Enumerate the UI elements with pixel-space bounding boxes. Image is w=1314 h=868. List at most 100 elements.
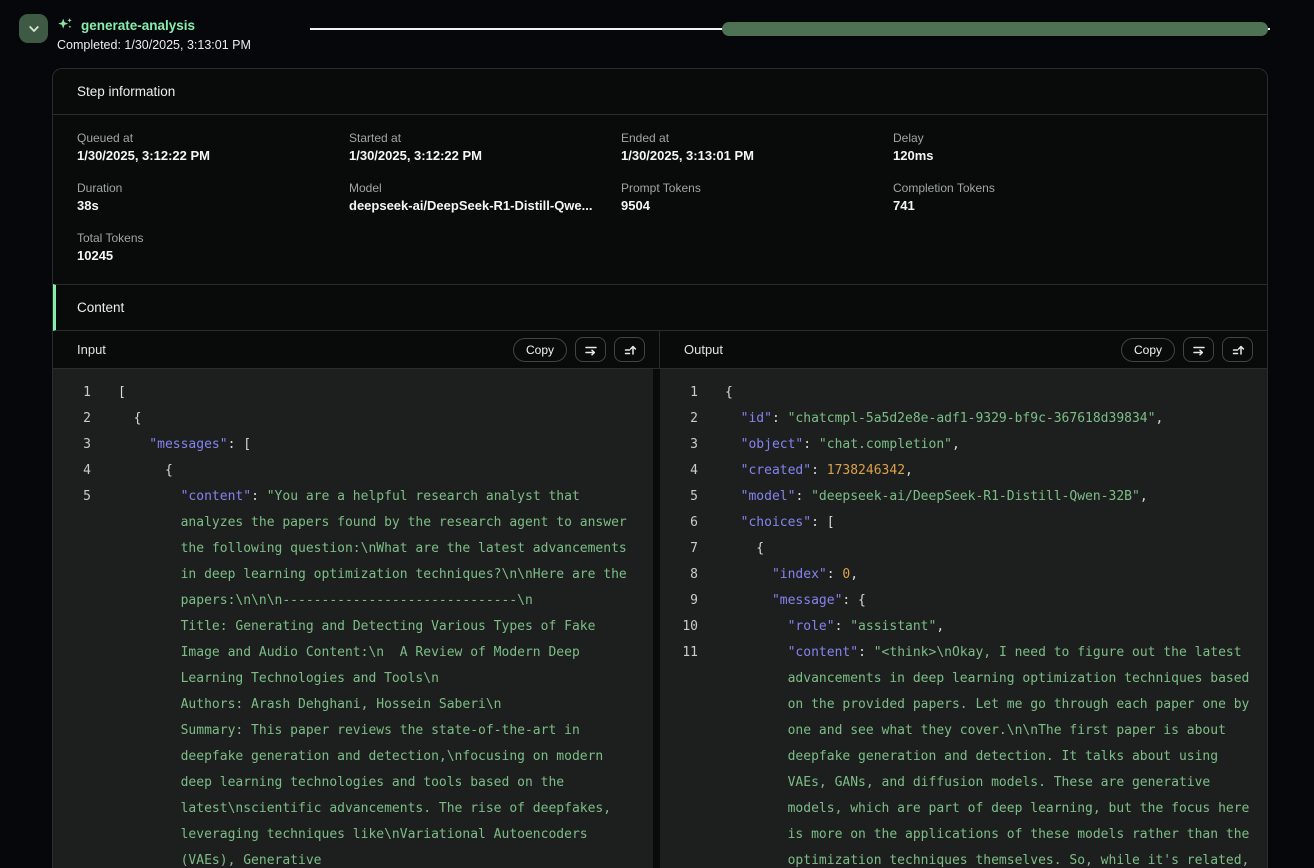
line-number: 4 <box>660 458 698 484</box>
line-number: 7 <box>660 536 698 562</box>
code-line: 4 "created": 1738246342, <box>660 458 1267 484</box>
output-wrap-lines-button[interactable] <box>1183 337 1214 362</box>
line-number: 2 <box>660 406 698 432</box>
scroll-top-icon <box>623 343 637 357</box>
code-line: 3 "object": "chat.completion", <box>660 432 1267 458</box>
step-information-title: Step information <box>53 69 1267 115</box>
code-text: { <box>725 380 1267 406</box>
field-label: Ended at <box>621 131 893 145</box>
timeline-duration-bar[interactable] <box>722 22 1268 36</box>
code-text: [ <box>118 380 653 406</box>
field-value: deepseek-ai/DeepSeek-R1-Distill-Qwe... <box>349 198 621 213</box>
code-line: 8 "index": 0, <box>660 562 1267 588</box>
field-label: Prompt Tokens <box>621 181 893 195</box>
step-detail-card: Step information Queued at 1/30/2025, 3:… <box>52 68 1268 868</box>
output-panel-header: Output Copy <box>660 331 1267 369</box>
field-label: Model <box>349 181 621 195</box>
code-text: "id": "chatcmpl-5a5d2e8e-adf1-9329-bf9c-… <box>725 406 1267 432</box>
code-line: 3 "messages": [ <box>53 432 653 458</box>
content-section-title: Content <box>53 284 1267 331</box>
wrap-lines-icon <box>584 343 598 357</box>
field-prompt-tokens: Prompt Tokens 9504 <box>621 181 893 213</box>
line-number: 6 <box>660 510 698 536</box>
line-number: 8 <box>660 562 698 588</box>
step-title: generate-analysis <box>81 18 195 33</box>
code-text: { <box>725 536 1267 562</box>
input-code-viewer[interactable]: 1[2{3"messages": [4{5"content": "You are… <box>53 369 653 868</box>
code-line: 11"content": "<think>\nOkay, I need to f… <box>660 640 1267 868</box>
field-value: 9504 <box>621 198 893 213</box>
code-line: 5 "model": "deepseek-ai/DeepSeek-R1-Disti… <box>660 484 1267 510</box>
step-information-grid: Queued at 1/30/2025, 3:12:22 PM Started … <box>53 115 1267 284</box>
code-line: 2{ <box>53 406 653 432</box>
code-text: "messages": [ <box>118 432 653 458</box>
output-panel-actions: Copy <box>1121 337 1253 362</box>
field-label: Duration <box>77 181 349 195</box>
field-value: 10245 <box>77 248 349 263</box>
line-number: 11 <box>660 640 698 868</box>
input-wrap-lines-button[interactable] <box>575 337 606 362</box>
collapse-step-button[interactable] <box>19 14 48 43</box>
field-value: 1/30/2025, 3:13:01 PM <box>621 148 893 163</box>
code-line: 10 "role": "assistant", <box>660 614 1267 640</box>
code-text: { <box>118 458 653 484</box>
output-panel-title: Output <box>684 342 1121 357</box>
input-panel: Input Copy <box>53 331 660 868</box>
input-panel-header: Input Copy <box>53 331 660 369</box>
line-number: 1 <box>660 380 698 406</box>
field-label: Started at <box>349 131 621 145</box>
code-line: 9 "message": { <box>660 588 1267 614</box>
line-number: 3 <box>53 432 91 458</box>
code-line: 1[ <box>53 380 653 406</box>
line-number: 10 <box>660 614 698 640</box>
output-code-viewer[interactable]: 1{2"id": "chatcmpl-5a5d2e8e-adf1-9329-bf… <box>660 369 1267 868</box>
code-text: "content": "You are a helpful research a… <box>118 484 653 868</box>
output-scroll-top-button[interactable] <box>1222 337 1253 362</box>
field-total-tokens: Total Tokens 10245 <box>77 231 349 263</box>
line-number: 2 <box>53 406 91 432</box>
field-label: Queued at <box>77 131 349 145</box>
input-scroll-top-button[interactable] <box>614 337 645 362</box>
output-copy-button[interactable]: Copy <box>1121 338 1175 362</box>
line-number: 3 <box>660 432 698 458</box>
input-panel-title: Input <box>77 342 513 357</box>
field-value: 38s <box>77 198 349 213</box>
field-duration: Duration 38s <box>77 181 349 213</box>
code-text: { <box>118 406 653 432</box>
scroll-top-icon <box>1231 343 1245 357</box>
line-number: 1 <box>53 380 91 406</box>
run-header: generate-analysis Completed: 1/30/2025, … <box>0 0 1314 68</box>
field-queued-at: Queued at 1/30/2025, 3:12:22 PM <box>77 131 349 163</box>
field-value: 120ms <box>893 148 1165 163</box>
line-number: 9 <box>660 588 698 614</box>
code-text: "role": "assistant", <box>725 614 1267 640</box>
code-line: 6 "choices": [ <box>660 510 1267 536</box>
output-panel: Output Copy <box>660 331 1267 868</box>
code-line: 7{ <box>660 536 1267 562</box>
chevron-down-icon <box>27 22 41 36</box>
field-ended-at: Ended at 1/30/2025, 3:13:01 PM <box>621 131 893 163</box>
code-text: "content": "<think>\nOkay, I need to fig… <box>725 640 1267 868</box>
code-text: "created": 1738246342, <box>725 458 1267 484</box>
line-number: 5 <box>660 484 698 510</box>
field-value: 1/30/2025, 3:12:22 PM <box>349 148 621 163</box>
line-number: 5 <box>53 484 91 868</box>
wrap-lines-icon <box>1192 343 1206 357</box>
field-label: Completion Tokens <box>893 181 1165 195</box>
line-number: 4 <box>53 458 91 484</box>
step-completed-text: Completed: 1/30/2025, 3:13:01 PM <box>57 38 251 52</box>
field-model: Model deepseek-ai/DeepSeek-R1-Distill-Qw… <box>349 181 621 213</box>
code-line: 2 "id": "chatcmpl-5a5d2e8e-adf1-9329-bf9c… <box>660 406 1267 432</box>
input-copy-button[interactable]: Copy <box>513 338 567 362</box>
sparkles-icon <box>57 17 74 34</box>
code-text: "index": 0, <box>725 562 1267 588</box>
code-text: "object": "chat.completion", <box>725 432 1267 458</box>
field-started-at: Started at 1/30/2025, 3:12:22 PM <box>349 131 621 163</box>
code-text: "model": "deepseek-ai/DeepSeek-R1-Distil… <box>725 484 1267 510</box>
field-value: 741 <box>893 198 1165 213</box>
field-label: Delay <box>893 131 1165 145</box>
code-line: 1{ <box>660 380 1267 406</box>
content-panels: Input Copy <box>53 331 1267 868</box>
code-text: "message": { <box>725 588 1267 614</box>
code-text: "choices": [ <box>725 510 1267 536</box>
